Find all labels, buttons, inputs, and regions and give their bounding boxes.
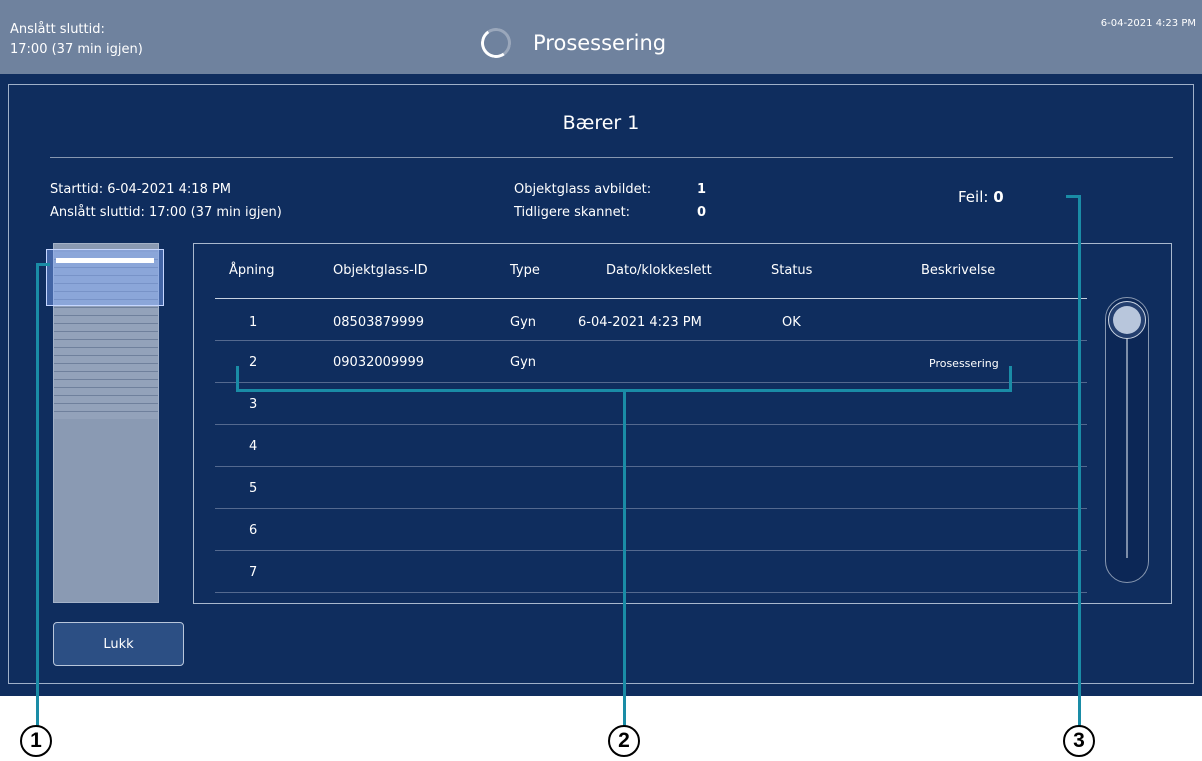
cell-description: Prosessering <box>929 357 999 370</box>
previously-scanned-row: Tidligere skannet: 0 <box>514 201 706 224</box>
cell-slot: 4 <box>249 439 258 454</box>
callout-bracket-right <box>1009 366 1012 392</box>
callout-line-3 <box>1078 195 1081 728</box>
row-divider <box>215 340 1087 341</box>
column-header: Åpning <box>229 263 275 278</box>
estimated-end: Anslått sluttid: 17:00 (37 min igjen) <box>50 205 282 220</box>
column-header: Status <box>771 263 813 278</box>
callout-line-1 <box>36 263 39 728</box>
cell-slide-id: 08503879999 <box>333 315 424 330</box>
previously-scanned-value: 0 <box>697 205 707 220</box>
divider <box>50 157 1173 158</box>
rack-current-slide <box>56 258 154 263</box>
scroll-track <box>1126 338 1128 558</box>
time-info: Starttid: 6-04-2021 4:18 PM Anslått slut… <box>50 178 282 224</box>
callout-badge-1: 1 <box>20 725 52 757</box>
error-value: 0 <box>993 188 1004 206</box>
cell-slide-id: 09032009999 <box>333 355 424 370</box>
column-header: Dato/klokkeslett <box>606 263 712 278</box>
row-divider <box>215 592 1087 593</box>
cell-slot: 2 <box>249 355 258 370</box>
close-button[interactable]: Lukk <box>53 622 184 666</box>
cell-type: Gyn <box>510 315 537 330</box>
cell-slot: 6 <box>249 523 258 538</box>
eta-info: Anslått sluttid: 17:00 (37 min igjen) <box>10 20 143 60</box>
title-group: Prosessering <box>478 25 667 61</box>
cell-status: OK <box>782 315 801 330</box>
cell-slot: 3 <box>249 397 258 412</box>
column-header: Objektglass-ID <box>333 263 428 278</box>
imaged-row: Objektglass avbildet: 1 <box>514 178 706 201</box>
cell-slot: 5 <box>249 481 258 496</box>
clock: 6-04-2021 4:23 PM <box>1100 18 1196 29</box>
error-count: Feil: 0 <box>958 188 1004 206</box>
table-scrollbar[interactable] <box>1105 297 1149 583</box>
cell-slot: 7 <box>249 565 258 580</box>
cell-slot: 1 <box>249 315 258 330</box>
column-header: Type <box>510 263 540 278</box>
scroll-knob[interactable] <box>1108 301 1146 339</box>
eta-label: Anslått sluttid: <box>10 22 105 37</box>
scroll-knob-face <box>1113 306 1141 334</box>
spinner-icon <box>478 25 514 61</box>
imaged-label: Objektglass avbildet: <box>514 182 652 197</box>
previously-scanned-label: Tidligere skannet: <box>514 205 631 220</box>
cell-datetime: 6-04-2021 4:23 PM <box>578 315 702 330</box>
callout-tick-1 <box>36 263 50 266</box>
callout-bracket-left <box>236 366 239 392</box>
carrier-title: Bærer 1 <box>562 112 640 134</box>
callout-line-2 <box>623 389 626 728</box>
cell-type: Gyn <box>510 355 537 370</box>
header-divider <box>215 298 1087 299</box>
row-divider <box>215 466 1087 467</box>
start-time: Starttid: 6-04-2021 4:18 PM <box>50 182 232 197</box>
imaged-value: 1 <box>697 182 707 197</box>
error-label: Feil: <box>958 188 989 206</box>
row-divider <box>215 424 1087 425</box>
slide-counts: Objektglass avbildet: 1 Tidligere skanne… <box>514 178 706 224</box>
row-divider <box>215 508 1087 509</box>
row-divider <box>215 382 1087 383</box>
column-header: Beskrivelse <box>921 263 996 278</box>
callout-badge-3: 3 <box>1063 725 1095 757</box>
row-divider <box>215 550 1087 551</box>
callout-badge-2: 2 <box>608 725 640 757</box>
page-title: Prosessering <box>533 31 667 55</box>
eta-value: 17:00 (37 min igjen) <box>10 42 143 57</box>
top-bar: Anslått sluttid: 17:00 (37 min igjen) Pr… <box>0 0 1202 74</box>
